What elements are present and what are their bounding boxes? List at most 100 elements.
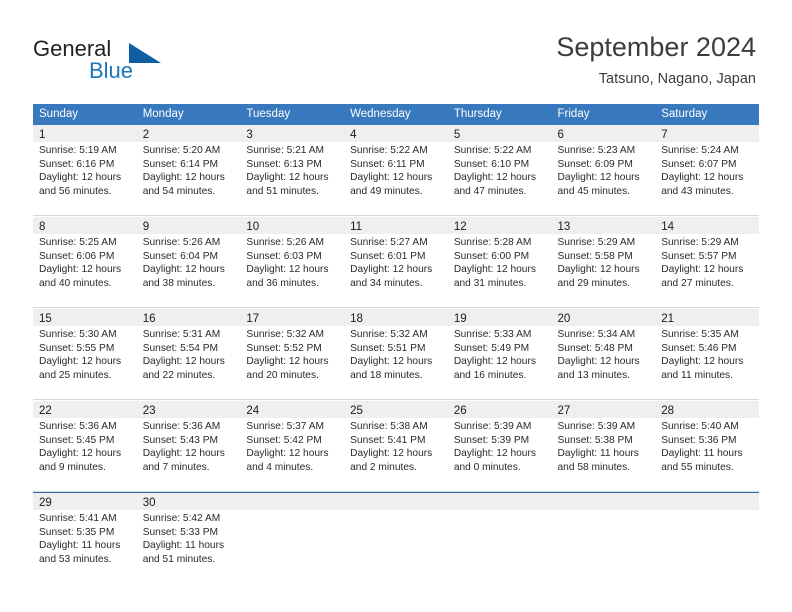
day-info: Sunrise: 5:41 AM Sunset: 5:35 PM Dayligh… bbox=[33, 510, 137, 566]
daylight-text-line2: and 45 minutes. bbox=[557, 185, 631, 197]
daylight-text-line2: and 0 minutes. bbox=[453, 461, 521, 473]
day-cell[interactable]: 2 Sunrise: 5:20 AM Sunset: 6:14 PM Dayli… bbox=[136, 125, 241, 203]
sunrise-text: Sunrise: 5:26 AM bbox=[142, 237, 221, 248]
day-cell[interactable]: 27 Sunrise: 5:39 AM Sunset: 5:38 PM Dayl… bbox=[551, 401, 656, 479]
day-info: Sunrise: 5:26 AM Sunset: 6:04 PM Dayligh… bbox=[137, 234, 241, 290]
daylight-text-line1: Daylight: 12 hours bbox=[661, 264, 744, 276]
day-cell[interactable]: 17 Sunrise: 5:32 AM Sunset: 5:52 PM Dayl… bbox=[240, 309, 345, 387]
day-number-band: 12 bbox=[447, 217, 552, 234]
day-number: 13 bbox=[557, 221, 571, 233]
brand-logo[interactable]: General Blue bbox=[33, 36, 243, 88]
day-cell[interactable]: 24 Sunrise: 5:37 AM Sunset: 5:42 PM Dayl… bbox=[240, 401, 345, 479]
day-number-band bbox=[344, 493, 448, 510]
daylight-text-line1: Daylight: 12 hours bbox=[142, 264, 225, 276]
day-number-band: 14 bbox=[655, 217, 759, 234]
sunset-text: Sunset: 5:48 PM bbox=[557, 342, 633, 354]
daylight-text-line2: and 13 minutes. bbox=[557, 369, 631, 381]
day-number-band: 18 bbox=[344, 309, 448, 326]
daylight-text-line1: Daylight: 12 hours bbox=[350, 448, 433, 460]
day-cell[interactable]: 12 Sunrise: 5:28 AM Sunset: 6:00 PM Dayl… bbox=[447, 217, 552, 295]
sunset-text: Sunset: 5:45 PM bbox=[39, 434, 115, 446]
day-info: Sunrise: 5:26 AM Sunset: 6:03 PM Dayligh… bbox=[240, 234, 344, 290]
page-subtitle: Tatsuno, Nagano, Japan bbox=[598, 71, 756, 87]
sunrise-text: Sunrise: 5:21 AM bbox=[246, 145, 324, 156]
week-row: 15 Sunrise: 5:30 AM Sunset: 5:55 PM Dayl… bbox=[33, 308, 759, 387]
daylight-text-line1: Daylight: 12 hours bbox=[661, 356, 744, 368]
day-cell[interactable]: 26 Sunrise: 5:39 AM Sunset: 5:39 PM Dayl… bbox=[447, 401, 552, 479]
day-cell[interactable]: 18 Sunrise: 5:32 AM Sunset: 5:51 PM Dayl… bbox=[344, 309, 448, 387]
day-cell[interactable]: 14 Sunrise: 5:29 AM Sunset: 5:57 PM Dayl… bbox=[655, 217, 759, 295]
sunrise-text: Sunrise: 5:23 AM bbox=[557, 145, 636, 156]
week-separator bbox=[33, 387, 759, 400]
day-cell[interactable]: 29 Sunrise: 5:41 AM Sunset: 5:35 PM Dayl… bbox=[33, 493, 137, 571]
day-cell[interactable]: 13 Sunrise: 5:29 AM Sunset: 5:58 PM Dayl… bbox=[551, 217, 656, 295]
sunset-text: Sunset: 6:07 PM bbox=[661, 158, 737, 170]
sunrise-text: Sunrise: 5:32 AM bbox=[350, 329, 428, 340]
daylight-text-line2: and 18 minutes. bbox=[350, 369, 423, 381]
day-cell[interactable]: 6 Sunrise: 5:23 AM Sunset: 6:09 PM Dayli… bbox=[551, 125, 656, 203]
day-cell[interactable]: 11 Sunrise: 5:27 AM Sunset: 6:01 PM Dayl… bbox=[344, 217, 448, 295]
day-cell[interactable]: 21 Sunrise: 5:35 AM Sunset: 5:46 PM Dayl… bbox=[655, 309, 759, 387]
daylight-text-line1: Daylight: 12 hours bbox=[39, 264, 122, 276]
daylight-text-line1: Daylight: 12 hours bbox=[453, 448, 536, 460]
day-info: Sunrise: 5:33 AM Sunset: 5:49 PM Dayligh… bbox=[448, 326, 552, 382]
sunrise-text: Sunrise: 5:22 AM bbox=[350, 145, 428, 156]
day-number: 25 bbox=[350, 405, 363, 417]
day-number-band: 10 bbox=[240, 217, 345, 234]
daylight-text-line2: and 43 minutes. bbox=[661, 185, 734, 197]
sunrise-text: Sunrise: 5:32 AM bbox=[246, 329, 324, 340]
sunrise-text: Sunrise: 5:24 AM bbox=[661, 145, 739, 156]
day-cell[interactable]: 23 Sunrise: 5:36 AM Sunset: 5:43 PM Dayl… bbox=[136, 401, 241, 479]
day-cell[interactable]: 4 Sunrise: 5:22 AM Sunset: 6:11 PM Dayli… bbox=[344, 125, 448, 203]
daylight-text-line1: Daylight: 12 hours bbox=[142, 448, 225, 460]
sunrise-text: Sunrise: 5:25 AM bbox=[39, 237, 117, 248]
sunset-text: Sunset: 5:54 PM bbox=[142, 342, 219, 354]
week-separator bbox=[33, 203, 759, 216]
daylight-text-line1: Daylight: 12 hours bbox=[557, 264, 640, 276]
day-info: Sunrise: 5:27 AM Sunset: 6:01 PM Dayligh… bbox=[344, 234, 448, 290]
day-number: 14 bbox=[661, 221, 675, 233]
day-number-band bbox=[240, 493, 345, 510]
day-cell[interactable]: 16 Sunrise: 5:31 AM Sunset: 5:54 PM Dayl… bbox=[136, 309, 241, 387]
day-info: Sunrise: 5:31 AM Sunset: 5:54 PM Dayligh… bbox=[137, 326, 241, 382]
daylight-text-line1: Daylight: 11 hours bbox=[661, 448, 743, 460]
day-number-band: 20 bbox=[551, 309, 656, 326]
sunrise-text: Sunrise: 5:19 AM bbox=[39, 145, 117, 156]
day-cell[interactable]: 3 Sunrise: 5:21 AM Sunset: 6:13 PM Dayli… bbox=[240, 125, 345, 203]
day-number-band: 2 bbox=[136, 125, 241, 142]
day-cell[interactable]: 30 Sunrise: 5:42 AM Sunset: 5:33 PM Dayl… bbox=[136, 493, 241, 571]
day-cell-empty bbox=[551, 493, 656, 571]
day-number: 21 bbox=[661, 313, 675, 325]
day-cell[interactable]: 8 Sunrise: 5:25 AM Sunset: 6:06 PM Dayli… bbox=[33, 217, 137, 295]
day-cell[interactable]: 1 Sunrise: 5:19 AM Sunset: 6:16 PM Dayli… bbox=[33, 125, 137, 203]
day-cell[interactable]: 15 Sunrise: 5:30 AM Sunset: 5:55 PM Dayl… bbox=[33, 309, 137, 387]
day-number-band bbox=[655, 493, 759, 510]
day-number-band: 4 bbox=[344, 125, 448, 142]
day-cell[interactable]: 25 Sunrise: 5:38 AM Sunset: 5:41 PM Dayl… bbox=[344, 401, 448, 479]
day-number-band: 24 bbox=[240, 401, 345, 418]
sunrise-text: Sunrise: 5:39 AM bbox=[453, 421, 532, 432]
day-cell[interactable]: 20 Sunrise: 5:34 AM Sunset: 5:48 PM Dayl… bbox=[551, 309, 656, 387]
day-number-band: 21 bbox=[655, 309, 759, 326]
day-cell[interactable]: 10 Sunrise: 5:26 AM Sunset: 6:03 PM Dayl… bbox=[240, 217, 345, 295]
day-number: 15 bbox=[39, 313, 52, 325]
day-info: Sunrise: 5:23 AM Sunset: 6:09 PM Dayligh… bbox=[552, 142, 656, 198]
day-cell[interactable]: 19 Sunrise: 5:33 AM Sunset: 5:49 PM Dayl… bbox=[447, 309, 552, 387]
sunset-text: Sunset: 5:49 PM bbox=[453, 342, 530, 354]
daylight-text-line2: and 51 minutes. bbox=[142, 553, 216, 565]
daylight-text-line2: and 34 minutes. bbox=[350, 277, 423, 289]
day-number: 26 bbox=[453, 405, 467, 417]
day-cell[interactable]: 9 Sunrise: 5:26 AM Sunset: 6:04 PM Dayli… bbox=[136, 217, 241, 295]
day-cell[interactable]: 22 Sunrise: 5:36 AM Sunset: 5:45 PM Dayl… bbox=[33, 401, 137, 479]
day-number-band: 13 bbox=[551, 217, 656, 234]
day-cell[interactable]: 28 Sunrise: 5:40 AM Sunset: 5:36 PM Dayl… bbox=[655, 401, 759, 479]
day-cell[interactable]: 7 Sunrise: 5:24 AM Sunset: 6:07 PM Dayli… bbox=[655, 125, 759, 203]
day-number: 27 bbox=[557, 405, 571, 417]
week-row: 22 Sunrise: 5:36 AM Sunset: 5:45 PM Dayl… bbox=[33, 400, 759, 479]
sunset-text: Sunset: 6:14 PM bbox=[142, 158, 219, 170]
daylight-text-line2: and 25 minutes. bbox=[39, 369, 112, 381]
day-number-band: 11 bbox=[344, 217, 448, 234]
sunset-text: Sunset: 5:35 PM bbox=[39, 526, 115, 538]
day-cell[interactable]: 5 Sunrise: 5:22 AM Sunset: 6:10 PM Dayli… bbox=[447, 125, 552, 203]
sunset-text: Sunset: 6:13 PM bbox=[246, 158, 322, 170]
